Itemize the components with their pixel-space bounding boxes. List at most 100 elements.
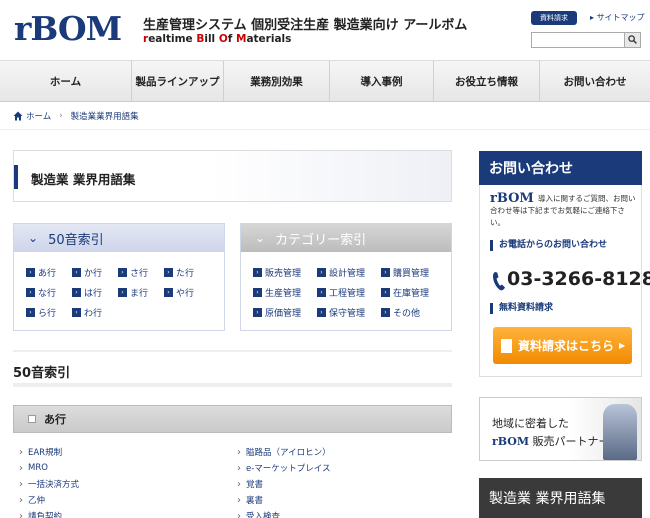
search-icon bbox=[628, 35, 637, 44]
arrow-right-icon: › bbox=[26, 267, 35, 277]
site-logo[interactable]: rBOM bbox=[14, 12, 122, 46]
home-icon bbox=[13, 111, 23, 120]
nav-item-cases[interactable]: 導入事例 bbox=[330, 61, 434, 101]
category-link[interactable]: › 保守管理 bbox=[317, 306, 381, 319]
terms-column-right: 隘路品（アイロヒン） e-マーケットプレイス 覚書 裏書 受入検査 bbox=[237, 444, 331, 518]
term-link[interactable]: 乙仲 bbox=[19, 492, 79, 508]
breadcrumb: ホーム › 製造業業界用語集 bbox=[0, 102, 650, 130]
search-input[interactable] bbox=[532, 33, 624, 47]
arrow-right-icon: › bbox=[317, 287, 326, 297]
index-link-label: た行 bbox=[176, 268, 195, 279]
index-category-title: カテゴリー索引 bbox=[275, 232, 367, 248]
sidebar-contact-title: お問い合わせ bbox=[479, 151, 642, 185]
site-tagline: 生産管理システム 個別受注生産 製造業向け アールボム bbox=[143, 18, 468, 33]
index-link[interactable]: › か行 bbox=[72, 266, 118, 279]
chevron-down-icon: ⌄ bbox=[255, 231, 266, 245]
index-link[interactable]: › ら行 bbox=[26, 306, 72, 319]
phone-number[interactable]: 03-3266-8128 bbox=[507, 268, 650, 290]
search-box bbox=[531, 32, 641, 48]
category-link-label: 設計管理 bbox=[329, 268, 366, 279]
category-link[interactable]: › 在庫管理 bbox=[381, 286, 445, 299]
partner-banner-line1: 地域に密着した bbox=[492, 417, 569, 430]
term-link[interactable]: 請負契約 bbox=[19, 508, 79, 518]
category-link-label: 在庫管理 bbox=[393, 288, 430, 299]
free-docs-label: 無料資料請求 bbox=[490, 303, 553, 314]
category-link[interactable]: › 原価管理 bbox=[253, 306, 317, 319]
category-link[interactable]: › 設計管理 bbox=[317, 266, 381, 279]
breadcrumb-current: 製造業業界用語集 bbox=[70, 111, 139, 122]
index-link[interactable]: › た行 bbox=[164, 266, 210, 279]
nav-item-products[interactable]: 製品ラインアップ bbox=[132, 61, 224, 101]
index-link-label: な行 bbox=[38, 288, 57, 299]
index-link[interactable]: › ま行 bbox=[118, 286, 164, 299]
arrow-right-icon: › bbox=[26, 287, 35, 297]
index-50-grid: › あ行 › か行 › さ行 › た行 › な行 › は行 › ま行 › や行 › ら行 › わ行 bbox=[26, 262, 210, 322]
category-link[interactable]: › 販売管理 bbox=[253, 266, 317, 279]
index-link-label: わ行 bbox=[84, 308, 103, 319]
index-link[interactable]: › あ行 bbox=[26, 266, 72, 279]
partner-banner-line2: rBOM 販売パートナー様 bbox=[492, 433, 621, 449]
nav-item-effects[interactable]: 業務別効果 bbox=[224, 61, 330, 101]
arrow-right-icon: › bbox=[118, 287, 127, 297]
category-link[interactable]: › 購買管理 bbox=[381, 266, 445, 279]
docs-request-button[interactable]: 資料請求 bbox=[531, 11, 577, 25]
index-link[interactable]: › さ行 bbox=[118, 266, 164, 279]
index-link[interactable]: › や行 bbox=[164, 286, 210, 299]
nav-item-home[interactable]: ホーム bbox=[0, 61, 132, 101]
partner-banner[interactable]: 地域に密着した rBOM 販売パートナー様 bbox=[479, 397, 642, 461]
index-50-header[interactable]: ⌄ 50音索引 bbox=[14, 224, 224, 252]
category-link[interactable]: › 工程管理 bbox=[317, 286, 381, 299]
term-link[interactable]: MRO bbox=[19, 460, 79, 476]
global-nav: ホーム 製品ラインアップ 業務別効果 導入事例 お役立ち情報 お問い合わせ bbox=[0, 60, 650, 102]
sitemap-link[interactable]: サイトマップ bbox=[590, 11, 645, 25]
divider bbox=[13, 350, 452, 352]
index-link-label: さ行 bbox=[130, 268, 149, 279]
page-title-box: 製造業 業界用語集 bbox=[13, 150, 452, 202]
arrow-right-icon: › bbox=[164, 267, 173, 277]
index-link-label: や行 bbox=[176, 288, 195, 299]
term-link[interactable]: 覚書 bbox=[237, 476, 331, 492]
arrow-right-icon: › bbox=[381, 267, 390, 277]
index-50-title: 50音索引 bbox=[48, 232, 104, 248]
term-link[interactable]: 一括決済方式 bbox=[19, 476, 79, 492]
sub-tagline-part: aterials bbox=[246, 33, 292, 45]
index-link[interactable]: › は行 bbox=[72, 286, 118, 299]
arrow-right-icon: › bbox=[72, 267, 81, 277]
term-link[interactable]: e-マーケットプレイス bbox=[237, 460, 331, 476]
index-row: › ら行 › わ行 bbox=[26, 302, 210, 322]
phone-icon bbox=[492, 271, 506, 296]
category-link-label: 販売管理 bbox=[265, 268, 302, 279]
page-title: 製造業 業界用語集 bbox=[31, 172, 136, 187]
nav-item-useful-info[interactable]: お役立ち情報 bbox=[434, 61, 540, 101]
nav-item-contact[interactable]: お問い合わせ bbox=[540, 61, 650, 101]
index-row: › 原価管理 › 保守管理 › その他 bbox=[253, 302, 445, 322]
sub-tagline-part: ill bbox=[204, 33, 219, 45]
search-button[interactable] bbox=[624, 33, 640, 47]
arrow-right-icon: › bbox=[253, 267, 262, 277]
category-link[interactable]: › 生産管理 bbox=[253, 286, 317, 299]
arrow-right-icon: › bbox=[72, 307, 81, 317]
terms-banner[interactable]: 製造業 業界用語集 bbox=[479, 478, 642, 518]
request-docs-button[interactable]: 資料請求はこちら ▶ bbox=[493, 327, 632, 364]
index-link[interactable]: › わ行 bbox=[72, 306, 118, 319]
category-link-label: 工程管理 bbox=[329, 288, 366, 299]
phone-contact-label: お電話からのお問い合わせ bbox=[490, 240, 607, 251]
arrow-right-icon: › bbox=[381, 287, 390, 297]
square-icon bbox=[28, 415, 36, 423]
arrow-right-icon: › bbox=[253, 287, 262, 297]
term-link[interactable]: 裏書 bbox=[237, 492, 331, 508]
index-category-box: ⌄ カテゴリー索引 › 販売管理 › 設計管理 › 購買管理 › 生産管理 › 工程管理 … bbox=[240, 223, 452, 331]
category-link[interactable]: › その他 bbox=[381, 306, 445, 319]
breadcrumb-home-link[interactable]: ホーム bbox=[26, 110, 51, 122]
term-link[interactable]: 受入検査 bbox=[237, 508, 331, 518]
site-header: rBOM 生産管理システム 個別受注生産 製造業向け アールボム realtim… bbox=[0, 0, 650, 60]
sidebar-intro-text: 導入に関するご質問、お問い合わせ等は下記までお気軽にご連絡下さい。 bbox=[490, 194, 636, 227]
arrow-right-icon: › bbox=[317, 307, 326, 317]
index-category-header[interactable]: ⌄ カテゴリー索引 bbox=[241, 224, 451, 252]
index-row: › 販売管理 › 設計管理 › 購買管理 bbox=[253, 262, 445, 282]
term-link[interactable]: 隘路品（アイロヒン） bbox=[237, 444, 331, 460]
term-link[interactable]: EAR規制 bbox=[19, 444, 79, 460]
divider bbox=[13, 383, 452, 387]
index-link[interactable]: › な行 bbox=[26, 286, 72, 299]
sub-tagline-part: M bbox=[235, 33, 247, 45]
